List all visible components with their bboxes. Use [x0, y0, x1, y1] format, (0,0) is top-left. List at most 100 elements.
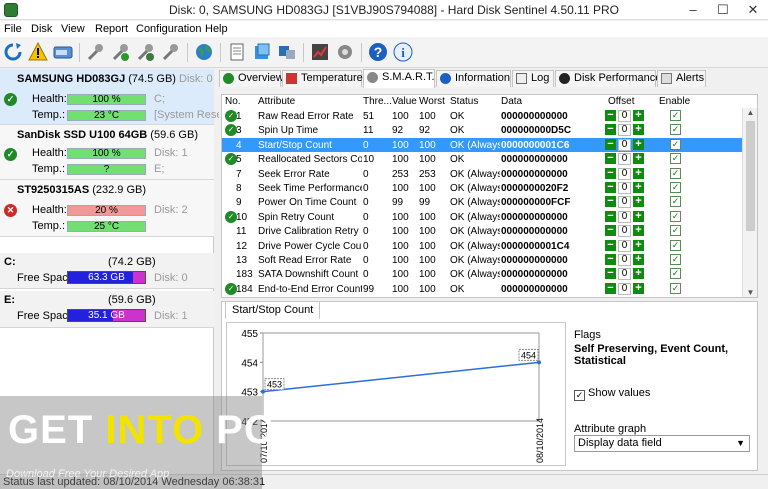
wrench-arrow-icon[interactable] — [161, 42, 181, 62]
offset-increase-button[interactable]: + — [633, 282, 644, 294]
show-values-checkbox[interactable]: ✓ Show values — [574, 387, 650, 401]
wrench-gear-icon[interactable] — [136, 42, 156, 62]
info-icon[interactable]: i — [393, 42, 413, 62]
table-row[interactable]: 183 SATA Downshift Count 0 100 100 OK (Always… — [222, 267, 742, 281]
table-row[interactable]: ✓ 184 End-to-End Error Count 99 100 100 OK 0000… — [222, 282, 742, 296]
offset-increase-button[interactable]: + — [633, 225, 644, 237]
enable-checkbox[interactable]: ✓ — [670, 210, 681, 222]
menu-configuration[interactable]: Configuration — [136, 23, 201, 35]
enable-checkbox[interactable]: ✓ — [670, 196, 681, 208]
enable-checkbox[interactable]: ✓ — [670, 153, 681, 165]
table-row[interactable]: 8Seek Time Performance0100100OK (Always.… — [222, 181, 742, 195]
offset-value[interactable]: 0 — [618, 239, 631, 252]
enable-checkbox[interactable]: ✓ — [670, 225, 681, 237]
disk-entry-1[interactable]: SanDisk SSD U100 64GB (59.6 GB) ✓ Health… — [0, 125, 214, 180]
offset-decrease-button[interactable]: − — [605, 225, 616, 237]
partition-c[interactable]: C: (74.2 GB) Free Space 63.3 GB Disk: 0 — [0, 253, 214, 289]
table-row[interactable]: 9Power On Time Count09999OK (Always...00… — [222, 195, 742, 209]
document-icon[interactable] — [227, 42, 247, 62]
table-row[interactable]: ✓ 5 Reallocated Sectors Co... 10 100 100 OK 000… — [222, 152, 742, 166]
help-icon[interactable]: ? — [368, 42, 388, 62]
menu-view[interactable]: View — [61, 23, 85, 35]
offset-decrease-button[interactable]: − — [605, 254, 616, 265]
offset-decrease-button[interactable]: − — [605, 282, 616, 294]
table-row[interactable]: 4Start/Stop Count0100100OK (Always...000… — [222, 137, 742, 153]
disk-entry-0[interactable]: SAMSUNG HD083GJ (74.5 GB) Disk: 0 ✓ Heal… — [0, 69, 222, 125]
enable-checkbox[interactable]: ✓ — [670, 268, 681, 280]
tab-temperature[interactable]: Temperature — [282, 70, 363, 87]
warning-icon[interactable] — [28, 41, 48, 62]
vertical-scrollbar[interactable]: ▲ ▼ — [742, 108, 757, 297]
disk-entry-2[interactable]: ST9250315AS (232.9 GB) ✕ Health: 20 % Di… — [0, 180, 214, 237]
offset-decrease-button[interactable]: − — [605, 138, 616, 150]
puzzle-icon[interactable] — [277, 42, 297, 62]
table-row[interactable]: 12 Drive Power Cycle Count 0 100 100 OK (Alwa… — [222, 239, 742, 253]
cube-icon[interactable] — [252, 42, 272, 62]
offset-value[interactable]: 0 — [618, 124, 631, 137]
enable-checkbox[interactable]: ✓ — [670, 167, 681, 179]
offset-increase-button[interactable]: + — [633, 254, 644, 265]
col-status[interactable]: Status — [450, 96, 478, 107]
refresh-icon[interactable] — [3, 42, 23, 62]
table-row[interactable]: 13 Soft Read Error Rate 0 100 100 OK (Always.… — [222, 253, 742, 267]
offset-increase-button[interactable]: + — [633, 153, 644, 165]
offset-value[interactable]: 0 — [618, 196, 631, 209]
enable-checkbox[interactable]: ✓ — [670, 138, 681, 150]
enable-checkbox[interactable]: ✓ — [670, 110, 681, 121]
offset-value[interactable]: 0 — [618, 110, 631, 122]
menu-report[interactable]: Report — [95, 23, 128, 35]
offset-increase-button[interactable]: + — [633, 124, 644, 136]
col-worst[interactable]: Worst — [419, 96, 445, 107]
minimize-button[interactable]: – — [678, 0, 708, 20]
tab-smart[interactable]: S.M.A.R.T. — [363, 69, 435, 88]
enable-checkbox[interactable]: ✓ — [670, 239, 681, 251]
offset-decrease-button[interactable]: − — [605, 153, 616, 165]
menu-disk[interactable]: Disk — [31, 23, 52, 35]
gear-icon[interactable] — [335, 42, 355, 62]
offset-value[interactable]: 0 — [618, 153, 631, 166]
offset-value[interactable]: 0 — [618, 210, 631, 223]
partition-e[interactable]: E: (59.6 GB) Free Space 35.1 GB Disk: 1 — [0, 291, 214, 328]
offset-decrease-button[interactable]: − — [605, 196, 616, 208]
table-row[interactable]: 11 Drive Calibration Retry ... 0 100 100 OK (… — [222, 224, 742, 238]
offset-increase-button[interactable]: + — [633, 268, 644, 280]
globe-icon[interactable] — [194, 42, 214, 62]
offset-decrease-button[interactable]: − — [605, 210, 616, 222]
table-row[interactable]: ✓ 1 Raw Read Error Rate 51 100 100 OK 000000000… — [222, 109, 742, 123]
col-value[interactable]: Value — [392, 96, 417, 107]
menu-help[interactable]: Help — [205, 23, 228, 35]
offset-decrease-button[interactable]: − — [605, 239, 616, 251]
offset-decrease-button[interactable]: − — [605, 110, 616, 121]
offset-decrease-button[interactable]: − — [605, 182, 616, 193]
offset-decrease-button[interactable]: − — [605, 268, 616, 280]
offset-decrease-button[interactable]: − — [605, 167, 616, 179]
tab-overview[interactable]: Overview — [219, 70, 284, 87]
col-enable[interactable]: Enable — [659, 96, 690, 107]
offset-increase-button[interactable]: + — [633, 196, 644, 208]
offset-increase-button[interactable]: + — [633, 210, 644, 222]
offset-increase-button[interactable]: + — [633, 138, 644, 150]
table-row[interactable]: ✓10Spin Retry Count0100100OK (Always...0… — [222, 210, 742, 224]
wrench-check-icon[interactable] — [111, 42, 131, 62]
col-no[interactable]: No. — [225, 96, 241, 107]
offset-value[interactable]: 0 — [618, 254, 631, 266]
offset-value[interactable]: 0 — [618, 182, 631, 194]
wrench-icon[interactable] — [86, 42, 106, 62]
offset-value[interactable]: 0 — [618, 138, 631, 151]
tab-alerts[interactable]: Alerts — [657, 70, 706, 87]
drive-icon[interactable] — [53, 42, 73, 62]
offset-value[interactable]: 0 — [618, 282, 631, 295]
chart-icon[interactable] — [310, 42, 330, 62]
offset-decrease-button[interactable]: − — [605, 124, 616, 136]
col-offset[interactable]: Offset — [608, 96, 635, 107]
enable-checkbox[interactable]: ✓ — [670, 124, 681, 136]
col-attribute[interactable]: Attribute — [258, 96, 295, 107]
attribute-graph-select[interactable]: Display data field ▼ — [574, 435, 750, 452]
menu-file[interactable]: File — [4, 23, 22, 35]
enable-checkbox[interactable]: ✓ — [670, 182, 681, 193]
offset-value[interactable]: 0 — [618, 167, 631, 180]
col-threshold[interactable]: Thre... — [363, 96, 392, 107]
offset-increase-button[interactable]: + — [633, 182, 644, 193]
tab-disk-performance[interactable]: Disk Performance — [555, 70, 661, 87]
offset-value[interactable]: 0 — [618, 225, 631, 238]
